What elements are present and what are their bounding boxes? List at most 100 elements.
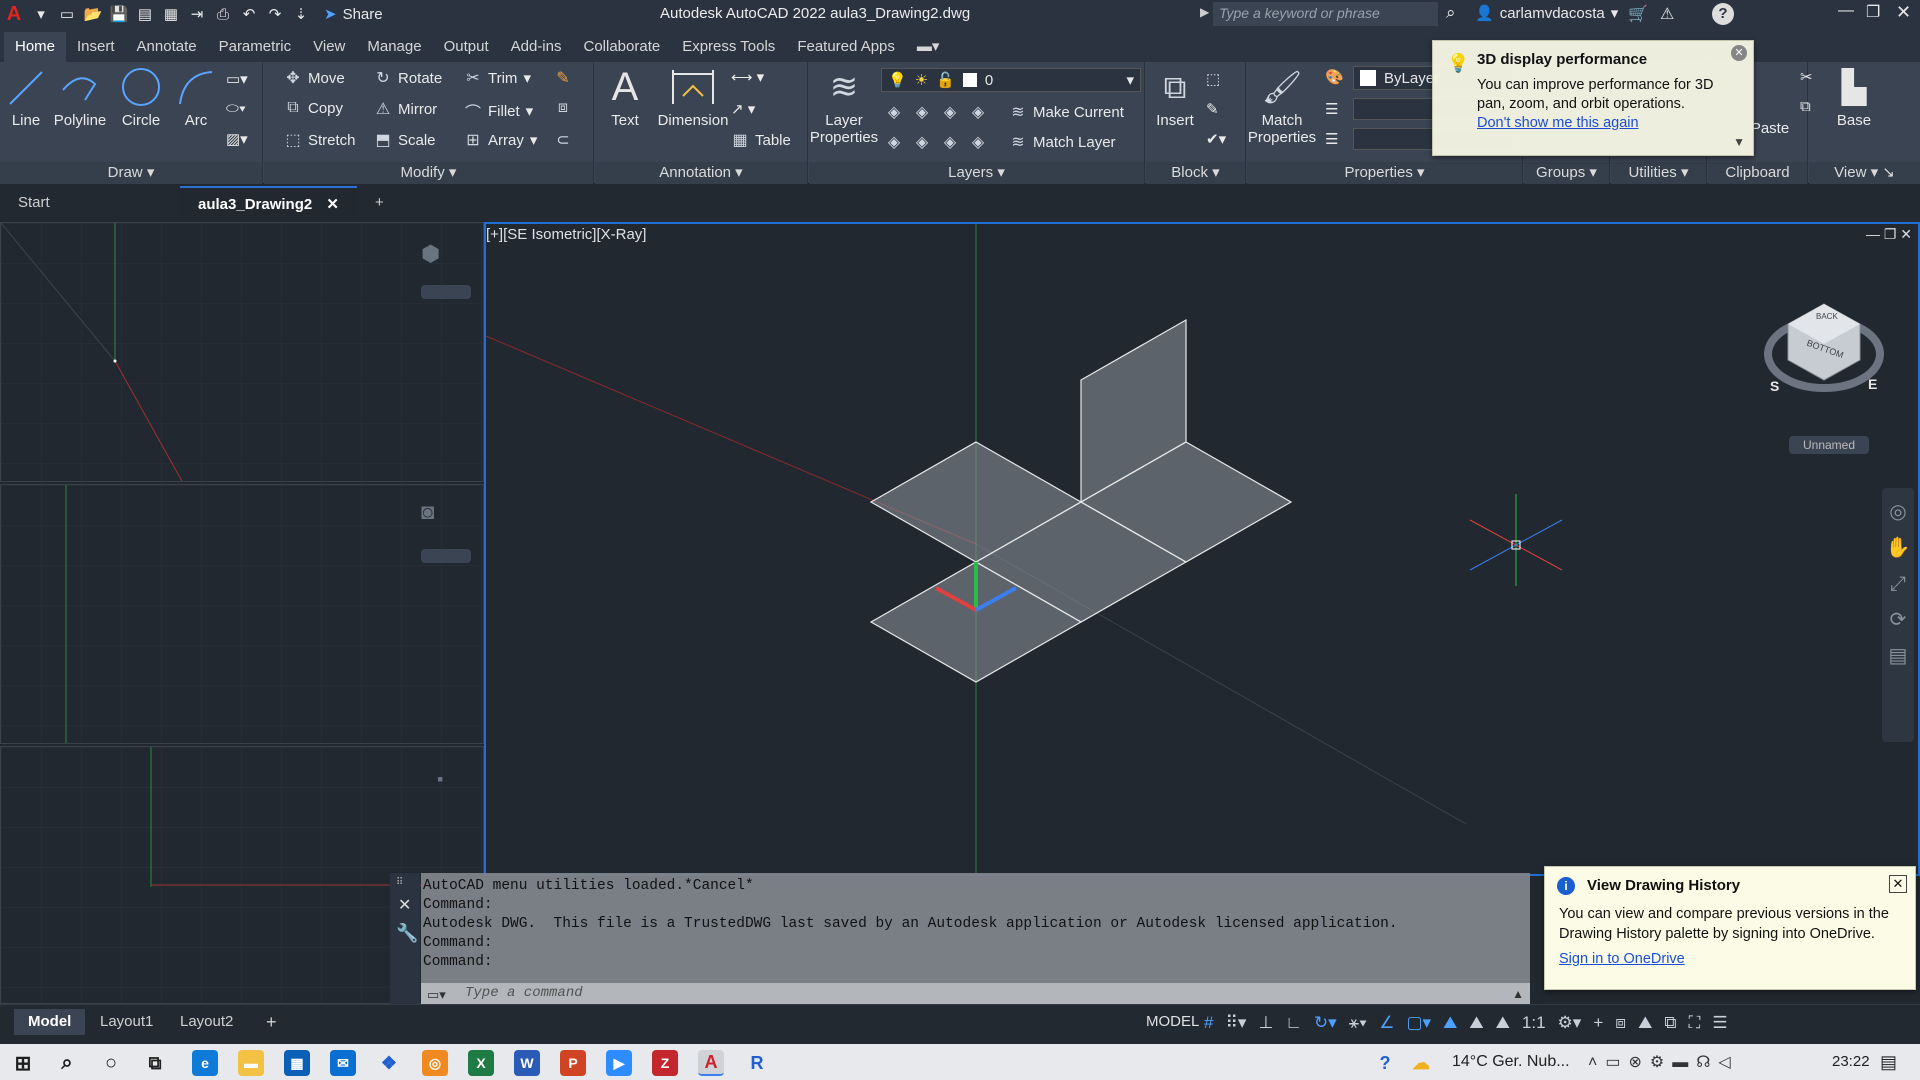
viewport-main[interactable]: — ❐ ✕ BOTTOM BACK S E Unnamed ◎ ✋ ⤢ ⟳ ▤ bbox=[484, 222, 1920, 876]
grip-icon[interactable]: ⠿ bbox=[396, 877, 403, 888]
sign-in-onedrive-link[interactable]: Sign in to OneDrive bbox=[1559, 951, 1685, 967]
table-button[interactable]: ▦ Table bbox=[731, 130, 790, 150]
tab-parametric[interactable]: Parametric bbox=[208, 32, 303, 62]
search-input[interactable]: Type a keyword or phrase bbox=[1213, 2, 1438, 26]
annotation-panel-title[interactable]: Annotation ▾ bbox=[595, 162, 807, 184]
match-properties-button[interactable]: 🖌 Match Properties bbox=[1247, 66, 1317, 146]
fillet-button[interactable]: ⌒ Fillet ▾ bbox=[464, 99, 533, 123]
file-explorer-icon[interactable]: ▬ bbox=[238, 1050, 264, 1076]
windows-start-icon[interactable]: ⊞ bbox=[10, 1050, 36, 1076]
zoom-app-icon[interactable]: ▶ bbox=[606, 1050, 632, 1076]
match-layer-button[interactable]: ≋ Match Layer bbox=[1009, 132, 1115, 152]
units-icon[interactable]: ⧈ bbox=[1615, 1013, 1626, 1033]
tab-manage[interactable]: Manage bbox=[356, 32, 432, 62]
wrench-icon[interactable]: 🔧 bbox=[396, 923, 418, 944]
notifications-icon[interactable]: ▤ bbox=[1880, 1052, 1897, 1073]
save-as-icon[interactable]: ▤ bbox=[132, 2, 158, 26]
open-file-icon[interactable]: 📂 bbox=[80, 2, 106, 26]
offset-icon[interactable]: ⊂ bbox=[554, 130, 572, 150]
array-button[interactable]: ⊞ Array ▾ bbox=[464, 130, 537, 150]
dimension-button[interactable]: Dimension bbox=[653, 66, 733, 129]
viewport-controls[interactable]: — ❐ ✕ bbox=[1866, 226, 1912, 243]
groups-panel-title[interactable]: Groups ▾ bbox=[1524, 162, 1609, 184]
viewcube-icon[interactable]: ⬢ bbox=[421, 241, 440, 267]
cart-icon[interactable]: 🛒 bbox=[1628, 4, 1648, 24]
rotate-button[interactable]: ↻ Rotate bbox=[374, 68, 442, 88]
edge-icon[interactable]: e bbox=[192, 1050, 218, 1076]
tab-home[interactable]: Home bbox=[4, 32, 67, 62]
layout-tab-layout1[interactable]: Layout1 bbox=[86, 1009, 167, 1035]
ucs-name-dropdown[interactable]: Unnamed bbox=[1789, 436, 1869, 454]
help-icon[interactable]: ? bbox=[1712, 3, 1734, 25]
isolate-icon[interactable]: ⧉ bbox=[1664, 1013, 1676, 1033]
annotation-scale-icon[interactable]: ⛰ bbox=[1496, 1013, 1510, 1033]
customize-qat-icon[interactable]: ⇣ bbox=[288, 2, 314, 26]
base-button[interactable]: ▙ Base bbox=[1829, 66, 1879, 129]
cortana-icon[interactable]: ○ bbox=[98, 1050, 124, 1076]
navigation-bar[interactable]: ◎ ✋ ⤢ ⟳ ▤ bbox=[1882, 488, 1914, 742]
quick-properties-icon[interactable]: ⛰ bbox=[1638, 1013, 1652, 1033]
close-icon[interactable]: ✕ bbox=[398, 895, 411, 915]
plus-icon[interactable]: + bbox=[1593, 1013, 1603, 1033]
tab-featured-apps[interactable]: Featured Apps bbox=[786, 32, 906, 62]
draw-panel-title[interactable]: Draw ▾ bbox=[0, 162, 262, 184]
chevron-down-icon[interactable]: ▼ bbox=[1733, 135, 1745, 149]
plot-icon[interactable]: ⎙ bbox=[210, 2, 236, 26]
viewport-top-left[interactable]: ⬢ bbox=[0, 222, 484, 482]
viewcube-icon[interactable]: ◙ bbox=[421, 499, 434, 525]
store-icon[interactable]: ▦ bbox=[284, 1050, 310, 1076]
filezilla-icon[interactable]: Z bbox=[652, 1050, 678, 1076]
redo-icon[interactable]: ↷ bbox=[262, 2, 288, 26]
fullscreen-icon[interactable]: ⛶ bbox=[1689, 1013, 1701, 1033]
command-window-handle[interactable]: ⠿ ✕ 🔧 bbox=[390, 873, 420, 1005]
scale-dropdown[interactable]: 1:1 bbox=[1522, 1013, 1546, 1033]
steering-wheel-icon[interactable]: ◎ bbox=[1882, 494, 1914, 530]
block-attribute-icon[interactable]: ✔▾ bbox=[1206, 130, 1226, 148]
search-icon[interactable]: ⌕ bbox=[54, 1050, 80, 1076]
add-layout-icon[interactable]: + bbox=[252, 1009, 291, 1035]
tab-drawing[interactable]: aula3_Drawing2 ✕ bbox=[180, 186, 357, 220]
line-button[interactable]: Line bbox=[6, 66, 46, 129]
save-icon[interactable]: 💾 bbox=[106, 2, 132, 26]
minimize-icon[interactable]: — bbox=[1838, 2, 1854, 20]
mirror-button[interactable]: ⚠ Mirror bbox=[374, 99, 437, 119]
tab-express-tools[interactable]: Express Tools bbox=[671, 32, 786, 62]
orbit-icon[interactable]: ⟳ bbox=[1882, 602, 1914, 638]
weather-text[interactable]: 14°C Ger. Nub... bbox=[1452, 1053, 1570, 1071]
tab-collaborate[interactable]: Collaborate bbox=[572, 32, 671, 62]
insert-button[interactable]: ⧉ Insert bbox=[1150, 66, 1200, 129]
utilities-panel-title[interactable]: Utilities ▾ bbox=[1611, 162, 1706, 184]
color-wheel-icon[interactable]: 🎨 bbox=[1325, 68, 1344, 86]
paste-button[interactable]: Paste bbox=[1750, 120, 1790, 137]
compass-e[interactable]: E bbox=[1868, 376, 1877, 392]
autodesk-a360-icon[interactable]: ⚠ bbox=[1660, 4, 1674, 24]
layer-tools-row2[interactable]: ◈ ◈ ◈ ◈ bbox=[885, 132, 987, 152]
save-web-icon[interactable]: ⇥ bbox=[184, 2, 210, 26]
dont-show-link[interactable]: Don't show me this again bbox=[1477, 115, 1639, 131]
close-icon[interactable]: ✕ bbox=[1889, 875, 1907, 893]
tab-output[interactable]: Output bbox=[433, 32, 500, 62]
isodraft-icon[interactable]: ⚹▾ bbox=[1349, 1013, 1368, 1033]
hatch-icon[interactable]: ▨▾ bbox=[226, 130, 248, 148]
autocad-taskbar-icon[interactable]: A bbox=[698, 1050, 724, 1076]
restore-icon[interactable]: ❐ bbox=[1866, 2, 1880, 22]
word-icon[interactable]: W bbox=[514, 1050, 540, 1076]
scale-button[interactable]: ⬒ Scale bbox=[374, 130, 435, 150]
system-tray-icons[interactable]: ˄▭⊗⚙▬☊◁ bbox=[1588, 1052, 1739, 1072]
autoscale-icon[interactable]: ⛰ bbox=[1469, 1013, 1483, 1033]
recent-commands-icon[interactable]: ▭▾ bbox=[427, 987, 446, 1003]
help-tray-icon[interactable]: ? bbox=[1372, 1050, 1398, 1076]
infer-icon[interactable]: ⊥ bbox=[1258, 1013, 1273, 1033]
close-icon[interactable]: ✕ bbox=[1896, 2, 1911, 23]
properties-panel-title[interactable]: Properties ▾ bbox=[1247, 162, 1522, 184]
rectangle-icon[interactable]: ▭▾ bbox=[226, 70, 248, 88]
showmotion-icon[interactable]: ▤ bbox=[1882, 638, 1914, 674]
trim-button[interactable]: ✂ Trim ▾ bbox=[464, 68, 531, 88]
tab-insert[interactable]: Insert bbox=[66, 32, 126, 62]
erase-icon[interactable]: ✎ bbox=[554, 68, 572, 88]
tab-annotate[interactable]: Annotate bbox=[126, 32, 208, 62]
mail-icon[interactable]: ✉ bbox=[330, 1050, 356, 1076]
close-icon[interactable]: ✕ bbox=[1731, 45, 1747, 61]
layer-dropdown[interactable]: 💡 ☀ 🔓 0 ▾ bbox=[881, 68, 1141, 92]
arc-button[interactable]: Arc bbox=[174, 66, 218, 129]
